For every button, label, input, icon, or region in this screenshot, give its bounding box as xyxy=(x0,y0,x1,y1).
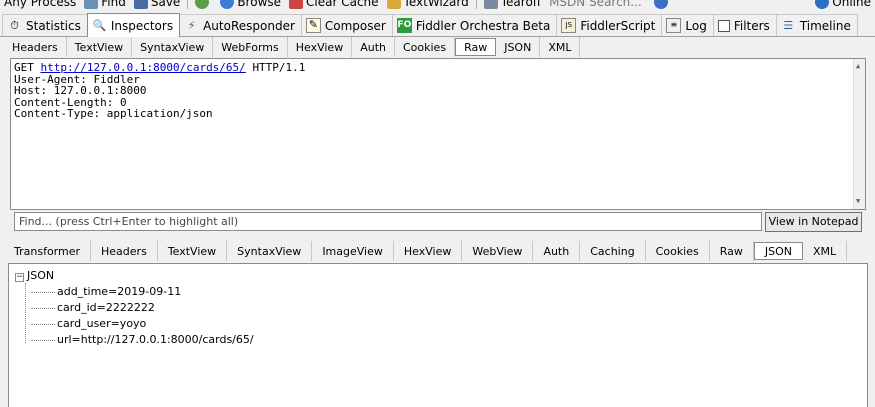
clear-cache-button[interactable]: Clear Cache xyxy=(285,0,383,9)
response-tab-imageview[interactable]: ImageView xyxy=(312,241,394,261)
request-tab-syntaxview[interactable]: SyntaxView xyxy=(132,37,214,57)
response-tab-xml[interactable]: XML xyxy=(803,241,848,261)
tab-inspectors[interactable]: 🔍 Inspectors xyxy=(86,13,181,37)
textwizard-button[interactable]: TextWizard xyxy=(383,0,473,9)
clear-cache-icon xyxy=(289,0,304,9)
view-in-notepad-button[interactable]: View in Notepad xyxy=(765,212,862,232)
request-tab-xml[interactable]: XML xyxy=(540,37,581,57)
tree-node[interactable]: url=http://127.0.0.1:8000/cards/65/ xyxy=(15,332,861,348)
request-tab-cookies[interactable]: Cookies xyxy=(395,37,456,57)
msdn-search-input[interactable]: MSDN Search... xyxy=(545,0,650,9)
toolbar-separator xyxy=(475,0,477,9)
tree-node[interactable]: card_user=yoyo xyxy=(15,316,861,332)
response-tab-headers[interactable]: Headers xyxy=(91,241,158,261)
stopwatch-icon: ⏱ xyxy=(10,19,19,32)
scroll-down-icon[interactable]: ▼ xyxy=(856,196,860,208)
browse-button[interactable]: Browse xyxy=(216,0,285,9)
request-tab-webforms[interactable]: WebForms xyxy=(213,37,288,57)
script-icon: JS xyxy=(561,18,577,33)
online-icon xyxy=(815,0,830,9)
tree-node[interactable]: card_id=2222222 xyxy=(15,300,861,316)
request-tab-headers[interactable]: Headers xyxy=(4,37,67,57)
request-tab-auth[interactable]: Auth xyxy=(352,37,395,57)
help-icon xyxy=(654,0,669,9)
find-button[interactable]: Find xyxy=(80,0,130,9)
tab-autoresponder[interactable]: ⚡ AutoResponder xyxy=(179,14,302,36)
tab-fiddler-orchestra[interactable]: FO Fiddler Orchestra Beta xyxy=(391,14,558,36)
response-tab-webview[interactable]: WebView xyxy=(462,241,534,261)
response-tab-auth[interactable]: Auth xyxy=(533,241,581,261)
online-status: Online xyxy=(832,0,871,9)
inspectors-icon: 🔍 xyxy=(92,19,107,32)
tree-node[interactable]: add_time=2019-09-11 xyxy=(15,284,861,300)
json-tree-view[interactable]: − JSON add_time=2019-09-11 card_id=222222… xyxy=(8,263,868,407)
toolbar: Any Process Find Save Browse Clear Cache… xyxy=(0,0,875,10)
browse-icon xyxy=(220,0,235,9)
find-input[interactable]: Find... (press Ctrl+Enter to highlight a… xyxy=(14,212,762,231)
timeline-icon: ☰ xyxy=(783,19,794,32)
request-tab-hexview[interactable]: HexView xyxy=(288,37,353,57)
tearoff-button[interactable]: Tearoff xyxy=(480,0,545,9)
response-inspector-tabs: Transformer Headers TextView SyntaxView … xyxy=(4,241,848,261)
tree-branch xyxy=(31,308,55,309)
response-tab-textview[interactable]: TextView xyxy=(158,241,228,261)
composer-icon: ✎ xyxy=(305,18,321,33)
tab-composer[interactable]: ✎ Composer xyxy=(300,14,393,36)
tree-branch xyxy=(31,292,55,293)
fo-icon: FO xyxy=(396,18,412,33)
log-icon: ≡ xyxy=(666,18,682,33)
response-tab-hexview[interactable]: HexView xyxy=(394,241,463,261)
raw-request-textarea[interactable]: GET http://127.0.0.1:8000/cards/65/ HTTP… xyxy=(10,58,866,210)
tree-branch xyxy=(31,324,55,325)
process-filter-button[interactable]: Any Process xyxy=(0,0,80,9)
tab-log[interactable]: ≡ Log xyxy=(661,14,714,36)
response-tab-cookies[interactable]: Cookies xyxy=(646,241,710,261)
tab-fiddlerscript[interactable]: JS FiddlerScript xyxy=(556,14,663,36)
response-tab-json[interactable]: JSON xyxy=(753,242,804,260)
raw-scrollbar[interactable]: ▲ ▼ xyxy=(853,59,865,209)
tree-root-node[interactable]: − JSON xyxy=(15,268,861,284)
request-tab-raw[interactable]: Raw xyxy=(455,38,497,56)
response-tab-caching[interactable]: Caching xyxy=(580,241,646,261)
response-tab-transformer[interactable]: Transformer xyxy=(4,241,92,261)
request-header-line: Content-Type: application/json xyxy=(14,107,213,120)
help-button[interactable] xyxy=(650,0,675,9)
request-protocol: HTTP/1.1 xyxy=(252,61,306,74)
collapse-icon[interactable]: − xyxy=(15,273,24,282)
textwizard-icon xyxy=(386,0,401,9)
snapshot-icon xyxy=(195,0,210,9)
tab-filters[interactable]: Filters xyxy=(712,14,777,36)
checkbox-icon xyxy=(717,19,730,32)
save-button[interactable]: Save xyxy=(130,0,184,9)
tab-timeline[interactable]: ☰ Timeline xyxy=(775,14,858,36)
request-tab-json[interactable]: JSON xyxy=(496,37,541,57)
lightning-icon: ⚡ xyxy=(187,19,196,32)
toolbar-separator xyxy=(187,0,189,9)
main-tab-strip: ⏱ Statistics 🔍 Inspectors ⚡ AutoResponder ✎… xyxy=(0,13,875,37)
snapshot-button[interactable] xyxy=(191,0,216,9)
request-inspector-tabs: Headers TextView SyntaxView WebForms Hex… xyxy=(4,37,581,57)
response-tab-syntaxview[interactable]: SyntaxView xyxy=(227,241,313,261)
scroll-up-icon[interactable]: ▲ xyxy=(856,61,860,73)
request-tab-textview[interactable]: TextView xyxy=(67,37,133,57)
save-icon xyxy=(133,0,148,9)
tearoff-icon xyxy=(483,0,498,9)
pane-splitter[interactable] xyxy=(0,234,875,239)
tab-statistics[interactable]: ⏱ Statistics xyxy=(2,14,88,36)
tree-branch xyxy=(31,340,55,341)
response-tab-raw[interactable]: Raw xyxy=(710,241,754,261)
find-icon xyxy=(84,0,99,9)
